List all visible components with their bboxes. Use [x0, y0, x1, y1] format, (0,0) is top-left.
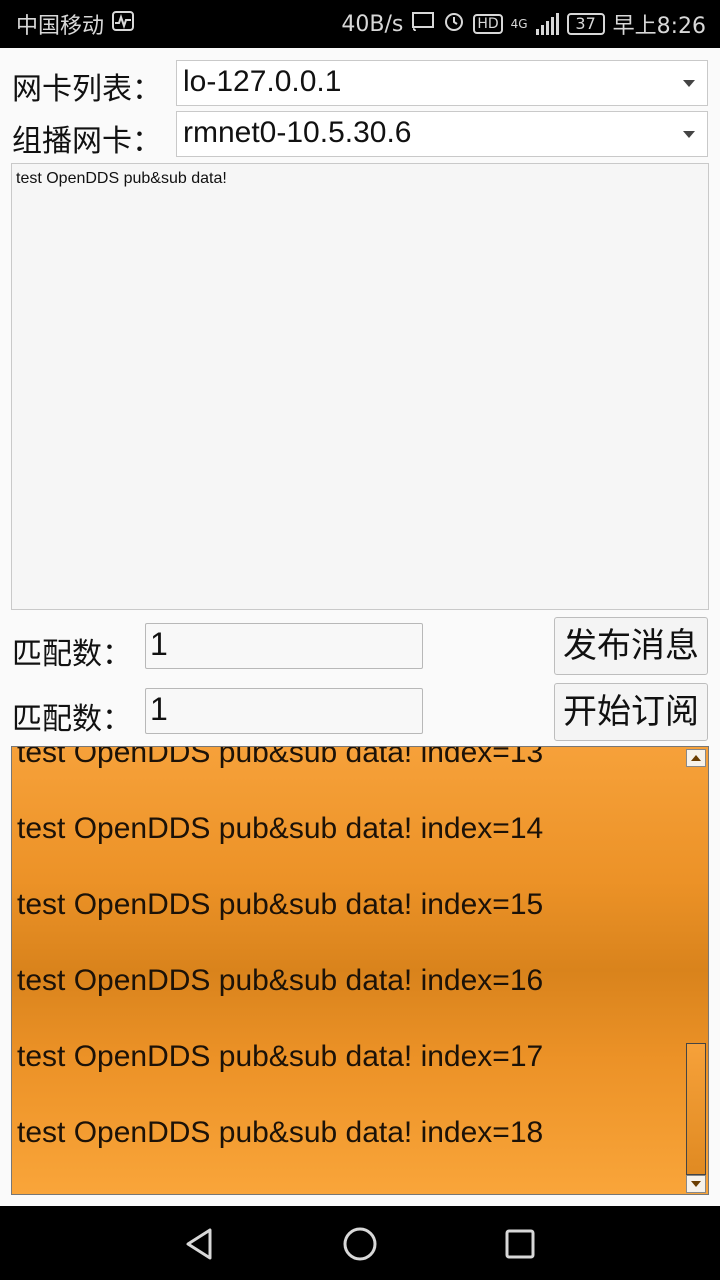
nic-list-dropdown[interactable]: lo-127.0.0.1: [176, 60, 708, 106]
alarm-icon: [443, 10, 465, 38]
subscribe-button[interactable]: 开始订阅: [554, 683, 708, 741]
signal-icon: [535, 13, 559, 35]
activity-icon: [112, 11, 135, 37]
cast-icon: [411, 11, 435, 37]
multicast-nic-label: 组播网卡：: [12, 124, 162, 159]
match-count-value-2: 1: [150, 691, 168, 727]
battery-icon: 37: [566, 13, 605, 35]
arrow-up-icon: [691, 755, 701, 761]
status-left: 中国移动: [16, 8, 135, 40]
back-icon[interactable]: [180, 1224, 220, 1264]
hd-icon: HD: [473, 14, 503, 34]
scroll-down-button[interactable]: [686, 1175, 706, 1193]
multicast-nic-dropdown[interactable]: rmnet0-10.5.30.6: [176, 111, 708, 157]
carrier-name: 中国移动: [16, 14, 105, 39]
match-count-label-1: 匹配数：: [12, 637, 132, 672]
dropdown-arrow-icon: [683, 80, 695, 87]
network-speed: 40B/s: [341, 11, 404, 37]
recents-icon[interactable]: [500, 1224, 540, 1264]
nic-list-value: lo-127.0.0.1: [183, 65, 342, 98]
match-count-label-2: 匹配数：: [12, 702, 132, 737]
received-messages-list[interactable]: test OpenDDS pub&sub data! index=13 test…: [11, 746, 709, 1195]
message-text: test OpenDDS pub&sub data!: [16, 170, 227, 187]
status-right: 40B/s HD 4G 37 早上8:26: [341, 8, 706, 40]
home-icon[interactable]: [340, 1224, 380, 1264]
match-count-field-1[interactable]: 1: [145, 623, 423, 669]
list-item: test OpenDDS pub&sub data! index=14: [17, 812, 544, 845]
list-item: test OpenDDS pub&sub data! index=18: [17, 1116, 544, 1149]
navigation-bar: [0, 1206, 720, 1280]
scroll-thumb[interactable]: [686, 1043, 706, 1175]
status-bar: 中国移动 40B/s HD 4G 37 早上8:26: [0, 0, 720, 48]
publish-button[interactable]: 发布消息: [554, 617, 708, 675]
multicast-nic-value: rmnet0-10.5.30.6: [183, 116, 412, 149]
arrow-down-icon: [691, 1181, 701, 1187]
network-type: 4G: [510, 17, 528, 31]
message-input[interactable]: test OpenDDS pub&sub data!: [11, 163, 709, 610]
list-item: test OpenDDS pub&sub data! index=16: [17, 964, 544, 997]
clock: 早上8:26: [612, 14, 706, 39]
list-item: test OpenDDS pub&sub data! index=15: [17, 888, 544, 921]
app-content: 网卡列表： lo-127.0.0.1 组播网卡： rmnet0-10.5.30.…: [0, 48, 720, 1206]
match-count-value-1: 1: [150, 626, 168, 662]
nic-list-label: 网卡列表：: [12, 72, 162, 107]
message-lines: test OpenDDS pub&sub data! index=13 test…: [17, 746, 544, 1187]
scrollbar[interactable]: [686, 747, 708, 1194]
match-count-field-2[interactable]: 1: [145, 688, 423, 734]
list-item: test OpenDDS pub&sub data! index=13: [17, 746, 544, 769]
dropdown-arrow-icon: [683, 131, 695, 138]
list-item: test OpenDDS pub&sub data! index=17: [17, 1040, 544, 1073]
scroll-up-button[interactable]: [686, 749, 706, 767]
